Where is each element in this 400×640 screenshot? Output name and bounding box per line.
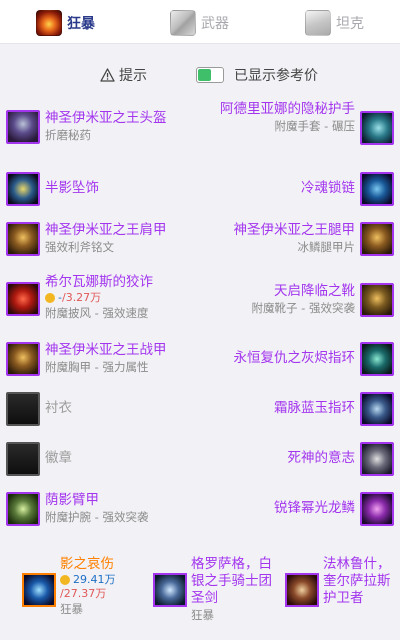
item-enhancement: 附魔手套 - 碾压 <box>274 119 355 133</box>
item-enhancement: 附魔胸甲 - 强力属性 <box>45 360 149 374</box>
item-spec: 狂暴 <box>191 608 214 622</box>
gear-item-wrist[interactable]: 荫影臂甲 附魔护腕 - 强效突袭 <box>6 492 196 532</box>
shirt-item-icon <box>6 392 40 426</box>
weapon-slots: 影之哀伤 29.41万 /27.37万 狂暴 格罗萨格，白银之手骑士团圣剑 狂暴… <box>0 548 400 640</box>
gear-item-cloak[interactable]: 希尔瓦娜斯的狡诈 - /3.27万 附魔披风 - 强效速度 <box>6 274 196 320</box>
warning-icon <box>100 68 115 82</box>
price-toggle-label: 已显示参考价 <box>234 68 318 84</box>
item-name: 法林鲁什，奎尔萨拉斯护卫者 <box>323 556 391 606</box>
hint-button[interactable]: 提示 <box>100 65 147 85</box>
item-name: 神圣伊米亚之王战甲 <box>45 342 167 358</box>
item-price: 29.41万 <box>60 573 116 587</box>
item-name: 神圣伊米亚之王腿甲 <box>233 222 356 238</box>
price-toggle-switch[interactable] <box>196 67 224 83</box>
item-name: 神圣伊米亚之王肩甲 <box>45 222 167 238</box>
neck-item-icon <box>6 172 40 206</box>
feet-item-icon <box>360 283 394 317</box>
head-item-icon <box>6 110 40 144</box>
gear-item-ring1[interactable]: 永恒复仇之灰烬指环 <box>204 342 394 382</box>
item-name: 锐锋幂光龙鳞 <box>274 500 355 516</box>
item-enhancement: 强效利斧铭文 <box>45 240 114 254</box>
legs-item-icon <box>360 222 394 256</box>
warrior-arms-icon <box>170 10 196 36</box>
tab-fury-label: 狂暴 <box>67 16 95 32</box>
item-name: 徽章 <box>45 450 72 466</box>
warrior-protection-icon <box>305 10 331 36</box>
gear-item-shoulder[interactable]: 神圣伊米亚之王肩甲 强效利斧铭文 <box>6 222 196 262</box>
item-name: 影之哀伤 <box>60 556 114 572</box>
gear-item-feet[interactable]: 天启降临之靴 附魔靴子 - 强效突袭 <box>204 283 394 323</box>
hint-label: 提示 <box>119 68 147 84</box>
item-name: 格罗萨格，白银之手骑士团圣剑 <box>191 556 272 606</box>
warrior-fury-icon <box>36 10 62 36</box>
item-name: 冷魂锁链 <box>301 180 355 196</box>
item-spec: 狂暴 <box>60 602 83 616</box>
gold-coin-icon <box>60 575 70 585</box>
item-name: 神圣伊米亚之王头盔 <box>45 110 167 126</box>
gear-item-neck[interactable]: 半影坠饰 <box>6 172 196 212</box>
gear-item-trinket1[interactable]: 死神的意志 <box>204 442 394 482</box>
hands-item-icon <box>360 111 394 145</box>
off-hand-item-icon <box>153 573 187 607</box>
cloak-item-icon <box>6 282 40 316</box>
gear-item-chest[interactable]: 神圣伊米亚之王战甲 附魔胸甲 - 强力属性 <box>6 342 196 382</box>
gear-item-tabard[interactable]: 徽章 <box>6 442 196 482</box>
tab-arms[interactable]: 武器 <box>170 6 229 40</box>
tab-protection[interactable]: 坦克 <box>305 6 364 40</box>
spec-tab-bar: 狂暴 武器 坦克 <box>0 0 400 44</box>
tabard-item-icon <box>6 442 40 476</box>
main-hand-item-icon <box>22 573 56 607</box>
item-name: 希尔瓦娜斯的狡诈 <box>45 274 153 290</box>
ranged-item-icon <box>285 573 319 607</box>
item-price: - /3.27万 <box>45 291 153 305</box>
ring2-item-icon <box>360 392 394 426</box>
tab-fury[interactable]: 狂暴 <box>36 6 95 40</box>
tab-protection-label: 坦克 <box>336 16 364 32</box>
gear-item-shoulder-chain[interactable]: 冷魂锁链 <box>204 172 394 212</box>
gear-item-legs[interactable]: 神圣伊米亚之王腿甲 冰鳞腿甲片 <box>204 222 394 262</box>
ring1-item-icon <box>360 342 394 376</box>
item-name: 衬衣 <box>45 400 72 416</box>
item-name: 永恒复仇之灰烬指环 <box>233 350 356 366</box>
item-enhancement: 冰鳞腿甲片 <box>297 240 356 254</box>
item-name: 死神的意志 <box>287 450 356 466</box>
gear-item-shirt[interactable]: 衬衣 <box>6 392 196 432</box>
price-toggle-control[interactable]: 已显示参考价 <box>196 65 318 85</box>
gear-item-head[interactable]: 神圣伊米亚之王头盔 折磨秘药 <box>6 110 196 150</box>
item-enhancement: 附魔靴子 - 强效突袭 <box>251 301 355 315</box>
item-name: 霜脉蓝玉指环 <box>274 400 355 416</box>
tab-arms-label: 武器 <box>201 16 229 32</box>
gold-coin-icon <box>45 293 55 303</box>
item-name: 荫影臂甲 <box>45 492 99 508</box>
gear-item-ring2[interactable]: 霜脉蓝玉指环 <box>204 392 394 432</box>
item-enhancement: 附魔披风 - 强效速度 <box>45 306 149 320</box>
gear-item-hands[interactable]: 阿德里亚娜的隐秘护手 附魔手套 - 碾压 <box>204 101 394 145</box>
item-enhancement: 折磨秘药 <box>45 128 91 142</box>
item-name: 天启降临之靴 <box>274 283 355 299</box>
options-bar: 提示 已显示参考价 <box>0 62 400 88</box>
chest-item-icon <box>6 342 40 376</box>
trinket1-item-icon <box>360 442 394 476</box>
item-name: 阿德里亚娜的隐秘护手 <box>220 101 355 117</box>
gear-item-trinket2[interactable]: 锐锋幂光龙鳞 <box>204 492 394 532</box>
wrist-item-icon <box>6 492 40 526</box>
item-enhancement: 附魔护腕 - 强效突袭 <box>45 510 149 524</box>
trinket2-item-icon <box>360 492 394 526</box>
item-name: 半影坠饰 <box>45 180 99 196</box>
shoulder-item-icon <box>6 222 40 256</box>
chain-item-icon <box>360 172 394 206</box>
